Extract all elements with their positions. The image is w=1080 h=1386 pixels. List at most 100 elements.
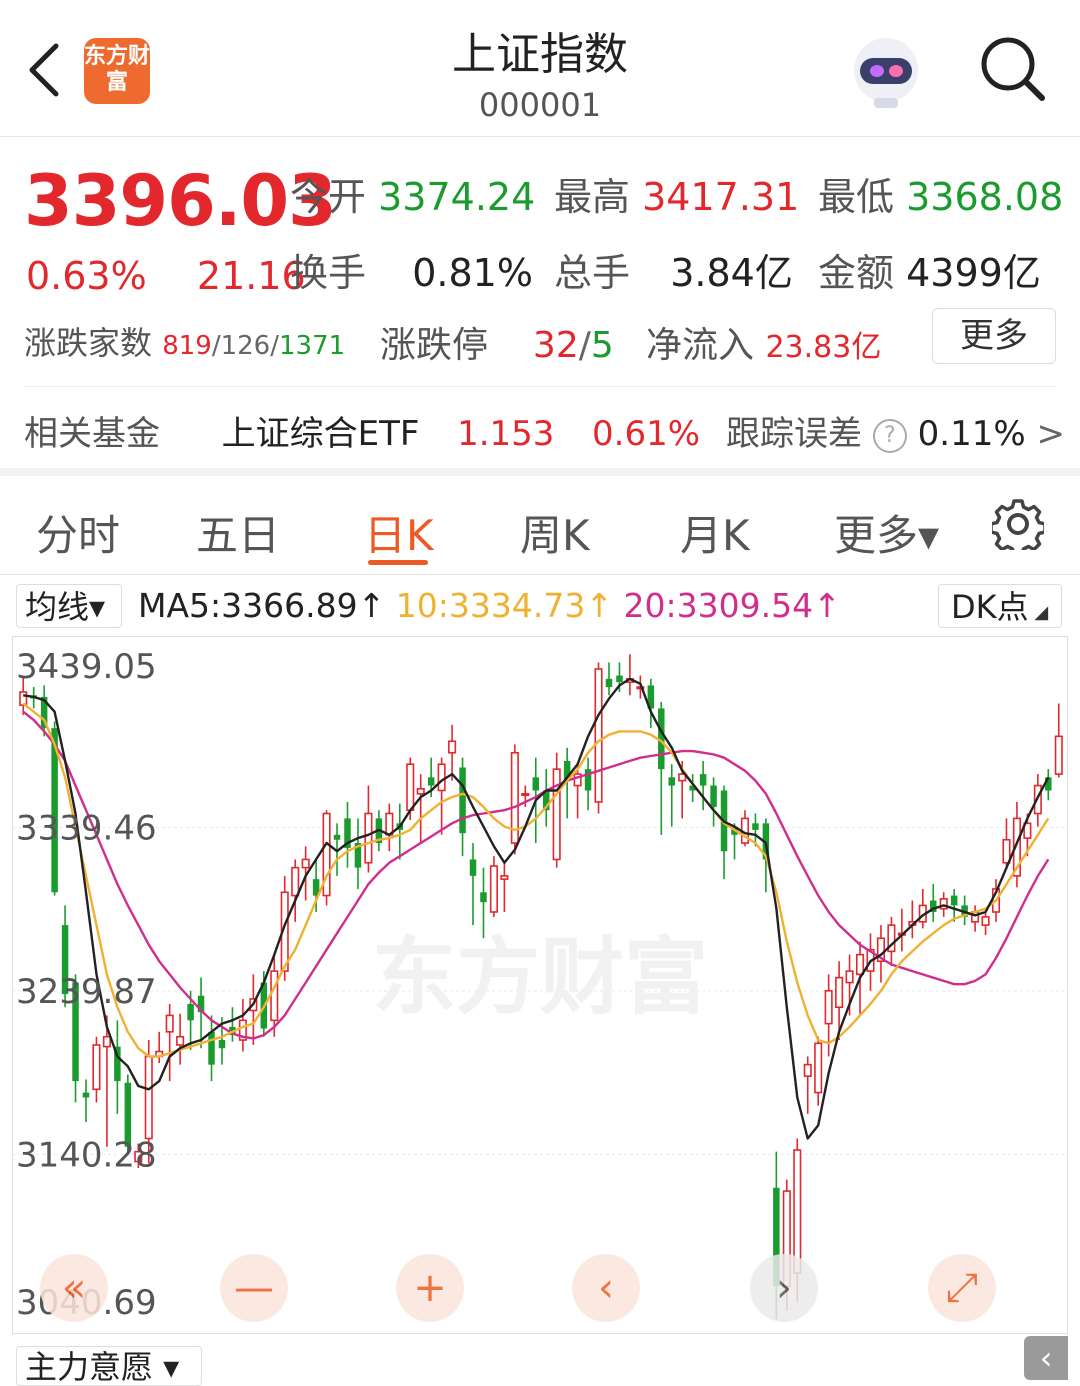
tab-weekly-k[interactable]: 周K [520,502,590,563]
related-fund-label: 相关基金 [24,414,160,454]
amount-value: 4399亿 [906,251,1041,295]
limit-separator: / [578,325,591,366]
period-tabs: 分时 五日 日K 周K 月K 更多▾ [0,478,1080,575]
candlestick-chart[interactable]: 东方财富 3439.053339.463239.873140.283040.69 [12,636,1068,1334]
fund-change-percent: 0.61% [592,414,701,454]
tab-daily-k[interactable]: 日K [364,502,434,563]
candle-body [208,1031,215,1065]
candle-body [950,895,958,906]
candle-body [532,777,540,791]
limit-up: 32 [532,325,579,366]
breadth-separator: / [211,331,221,361]
dk-label: DK点 [951,588,1029,626]
candle-body [1054,735,1063,775]
active-tab-indicator [368,560,428,565]
candle-body [437,763,446,792]
volume-stat: 总手 3.84亿 [554,242,793,297]
plus-icon[interactable]: + [396,1254,464,1322]
breadth-flat: 126 [220,331,271,361]
help-icon[interactable]: ? [872,418,907,453]
candle-body [824,989,833,1025]
tab-monthly-k[interactable]: 月K [680,502,750,563]
search-icon[interactable] [976,32,1048,104]
open-stat: 今开 3374.24 [290,166,535,221]
candle-body [1002,838,1011,864]
breadth-up: 819 [162,331,212,361]
candle [510,744,519,855]
watermark: 东方财富 [372,928,708,1026]
minus-icon[interactable]: — [220,1254,288,1322]
fund-name: 上证综合ETF [221,414,420,454]
candle-body [699,774,707,786]
candle-body [605,678,613,688]
candle-body [981,916,990,926]
ma20-value: 20:3309.54↑ [623,586,841,625]
more-button[interactable]: 更多 [932,308,1056,364]
turnover-stat: 换手 0.81% [290,242,533,297]
candle-body [144,1055,153,1140]
volume-label: 总手 [554,251,631,295]
candle-body [218,1040,226,1049]
side-panel-toggle-icon[interactable]: ‹ [1024,1336,1068,1380]
double-chevron-left-icon[interactable]: « [40,1254,108,1322]
tab-five-day[interactable]: 五日 [196,502,280,563]
limit-down: 5 [590,325,614,366]
fund-price: 1.153 [457,414,555,454]
candle-body [406,763,415,811]
y-tick-label: 3140.28 [16,1136,157,1176]
candle-body [165,1014,174,1033]
candle-body [469,859,477,876]
page-title: 上证指数 [452,29,628,80]
netflow-value: 23.83亿 [765,330,882,365]
high-stat: 最高 3417.31 [554,166,799,221]
candle-body [448,740,457,754]
candle-body [752,823,759,830]
amount-stat: 金额 4399亿 [818,242,1041,297]
candle-body [364,812,373,864]
high-label: 最高 [554,175,631,219]
y-tick-label: 3239.87 [16,972,157,1012]
dk-points-button[interactable]: DK点 ◢ [938,584,1062,628]
candle-body [82,1092,90,1098]
expand-icon[interactable]: ⤢ [928,1254,996,1322]
breadth-label: 涨跌家数 [24,324,153,362]
tab-more[interactable]: 更多▾ [834,502,939,563]
candle [489,856,498,917]
limit-stat: 涨跌停 32/5 [380,316,614,368]
chevron-right-icon[interactable]: › [750,1254,818,1322]
ma5-value: MA5:3366.89↑ [138,586,386,625]
breadth-down: 1371 [279,331,346,361]
candle-body [489,865,498,913]
open-value: 3374.24 [378,175,536,219]
limit-label: 涨跌停 [380,325,489,366]
app-logo: 东方财富 [84,38,150,104]
candle-body [270,970,279,1022]
sub-indicator-select[interactable]: 主力意愿 ▾ [16,1346,202,1386]
candle-body [92,1044,101,1091]
low-value: 3368.08 [906,175,1064,219]
breadth-stat: 涨跌家数 819/126/1371 [24,318,345,364]
candle-body [176,1035,185,1046]
candle [552,752,561,868]
divider [24,386,1056,387]
candle-body [459,767,466,834]
chevron-left-icon[interactable]: ‹ [572,1254,640,1322]
tracking-error-value: 0.11% [917,414,1026,454]
candle-body [793,1149,802,1274]
candle-body [845,970,854,984]
top-bar: 东方财富 上证指数 000001 [0,0,1080,137]
breadth-separator: / [270,331,279,361]
high-value: 3417.31 [642,175,800,219]
candle [594,662,603,814]
settings-gear-icon[interactable] [992,498,1044,550]
netflow-label: 净流入 [646,325,755,366]
candle-body [416,788,425,795]
tracking-error[interactable]: 跟踪误差 ? 0.11% > [726,406,1065,455]
tab-intraday[interactable]: 分时 [36,502,120,563]
indicator-select[interactable]: 均线▾ [16,584,122,628]
back-chevron-left-icon[interactable] [24,40,64,100]
candle-body [710,785,717,807]
candle-body [594,668,603,803]
candle-body [480,892,487,903]
robot-avatar-icon[interactable] [846,34,926,110]
